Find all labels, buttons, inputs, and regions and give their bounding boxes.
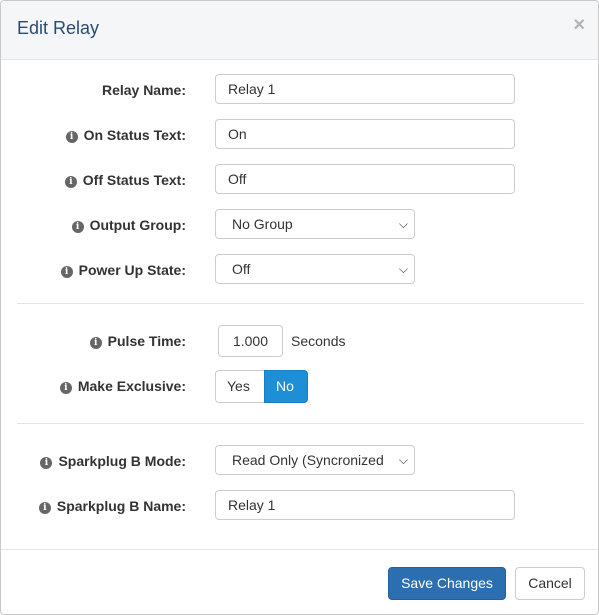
info-icon: i	[59, 382, 72, 394]
make-exclusive-label: i Make Exclusive:	[59, 378, 186, 394]
sparkplug-mode-select[interactable]: Read Only (Syncronized ⌵	[215, 445, 415, 475]
on-status-input[interactable]	[215, 119, 515, 149]
info-icon: i	[89, 337, 102, 349]
modal-title: Edit Relay	[17, 18, 100, 38]
relay-name-label: Relay Name:	[101, 82, 186, 98]
sparkplug-mode-row: i Sparkplug B Mode: Read Only (Syncronize…	[1, 445, 598, 477]
modal-footer: Save Changes Cancel	[1, 549, 598, 614]
info-icon: i	[65, 131, 78, 143]
chevron-down-icon: ⌵	[398, 453, 408, 467]
info-icon: i	[40, 457, 53, 469]
sparkplug-name-row: i Sparkplug B Name:	[1, 490, 598, 522]
relay-name-row: Relay Name:	[1, 74, 598, 106]
make-exclusive-toggle: Yes No	[215, 370, 308, 403]
output-group-row: i Output Group: No Group ⌵	[1, 209, 598, 241]
section-divider	[17, 423, 584, 424]
on-status-row: i On Status Text:	[1, 119, 598, 151]
relay-name-input[interactable]	[215, 74, 515, 104]
info-icon: i	[60, 266, 73, 278]
info-icon: i	[71, 221, 84, 233]
close-icon[interactable]: ×	[573, 15, 585, 35]
edit-relay-modal: Edit Relay × Relay Name: iOn Status Text…	[0, 0, 599, 615]
sparkplug-name-input[interactable]	[215, 490, 515, 520]
power-up-state-value: Off	[232, 261, 251, 277]
cancel-button[interactable]: Cancel	[515, 567, 585, 600]
sparkplug-mode-label: i Sparkplug B Mode:	[40, 453, 186, 469]
power-up-state-row: i Power Up State: Off ⌵	[1, 254, 598, 286]
chevron-down-icon: ⌵	[398, 217, 408, 231]
sparkplug-name-label: i Sparkplug B Name:	[38, 498, 186, 514]
info-icon: i	[64, 176, 77, 188]
save-changes-button[interactable]: Save Changes	[388, 567, 506, 600]
off-status-label: i Off Status Text:	[64, 172, 186, 188]
modal-header: Edit Relay ×	[1, 1, 598, 60]
chevron-down-icon: ⌵	[398, 262, 408, 276]
output-group-label: i Output Group:	[71, 217, 186, 233]
pulse-time-label: i Pulse Time:	[89, 333, 186, 349]
power-up-state-label: i Power Up State:	[60, 262, 186, 278]
info-icon: i	[38, 502, 51, 514]
pulse-time-unit: Seconds	[291, 333, 346, 349]
make-exclusive-no-button[interactable]: No	[264, 370, 308, 403]
off-status-input[interactable]	[215, 164, 515, 194]
output-group-select[interactable]: No Group ⌵	[215, 209, 415, 239]
off-status-row: i Off Status Text:	[1, 164, 598, 196]
section-divider	[17, 303, 584, 304]
make-exclusive-row: i Make Exclusive: Yes No	[1, 370, 598, 403]
sparkplug-mode-value: Read Only (Syncronized	[232, 452, 384, 468]
pulse-time-row: iPulse Time: Seconds	[1, 325, 598, 357]
pulse-time-input[interactable]	[218, 325, 283, 357]
on-status-label: i On Status Text:	[65, 127, 186, 143]
output-group-value: No Group	[232, 216, 293, 232]
power-up-state-select[interactable]: Off ⌵	[215, 254, 415, 284]
make-exclusive-yes-button[interactable]: Yes	[215, 370, 264, 403]
